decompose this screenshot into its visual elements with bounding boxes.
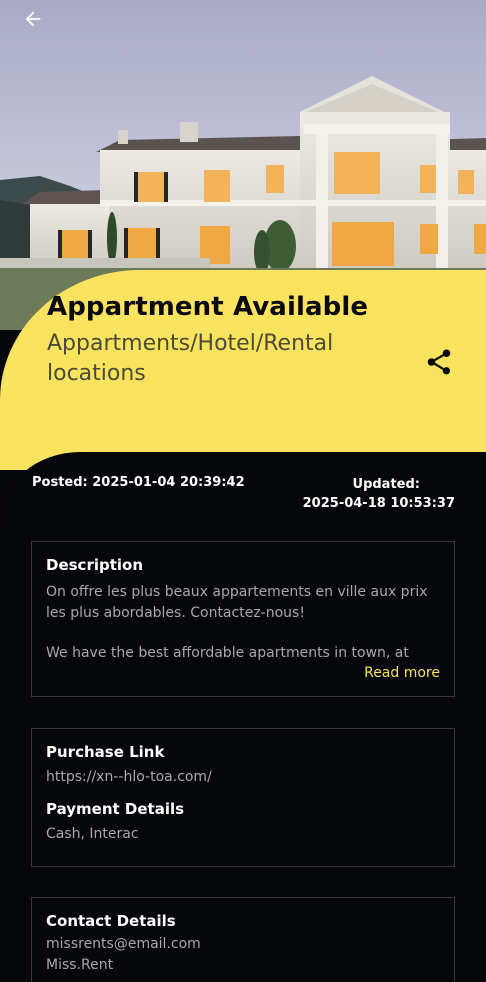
updated-label: Updated: <box>352 477 420 492</box>
read-more-link[interactable]: Read more <box>364 665 440 681</box>
contact-name: Miss.Rent <box>46 957 114 973</box>
payment-details-heading: Payment Details <box>46 800 185 818</box>
arrow-left-icon <box>25 11 41 27</box>
payment-details-value: Cash, Interac <box>46 826 139 842</box>
description-heading: Description <box>46 556 144 574</box>
description-text-fr: On offre les plus beaux appartements en … <box>46 584 428 621</box>
listing-category: Appartments/Hotel/Rental locations <box>47 331 334 386</box>
purchase-card: Purchase Link https://xn--hlo-toa.com/ P… <box>31 728 455 867</box>
description-text: On offre les plus beaux appartements en … <box>46 582 440 664</box>
updated-value: 2025-04-18 10:53:37 <box>302 496 455 511</box>
purchase-link-value[interactable]: https://xn--hlo-toa.com/ <box>46 767 440 788</box>
purchase-link-heading: Purchase Link <box>46 743 165 761</box>
description-text-en: We have the best affordable apartments i… <box>46 645 409 661</box>
updated-date: Updated: 2025-04-18 10:53:37 <box>303 475 455 513</box>
description-card: Description On offre les plus beaux appa… <box>31 541 455 697</box>
share-icon <box>427 349 451 375</box>
back-button[interactable] <box>16 4 50 34</box>
posted-date: Posted: 2025-01-04 20:39:42 <box>32 475 245 490</box>
contact-heading: Contact Details <box>46 912 176 930</box>
contact-card: Contact Details missrents@email.com Miss… <box>31 897 455 982</box>
share-button[interactable] <box>424 347 454 377</box>
contact-email[interactable]: missrents@email.com <box>46 934 440 955</box>
listing-title: Appartment Available <box>47 292 369 322</box>
